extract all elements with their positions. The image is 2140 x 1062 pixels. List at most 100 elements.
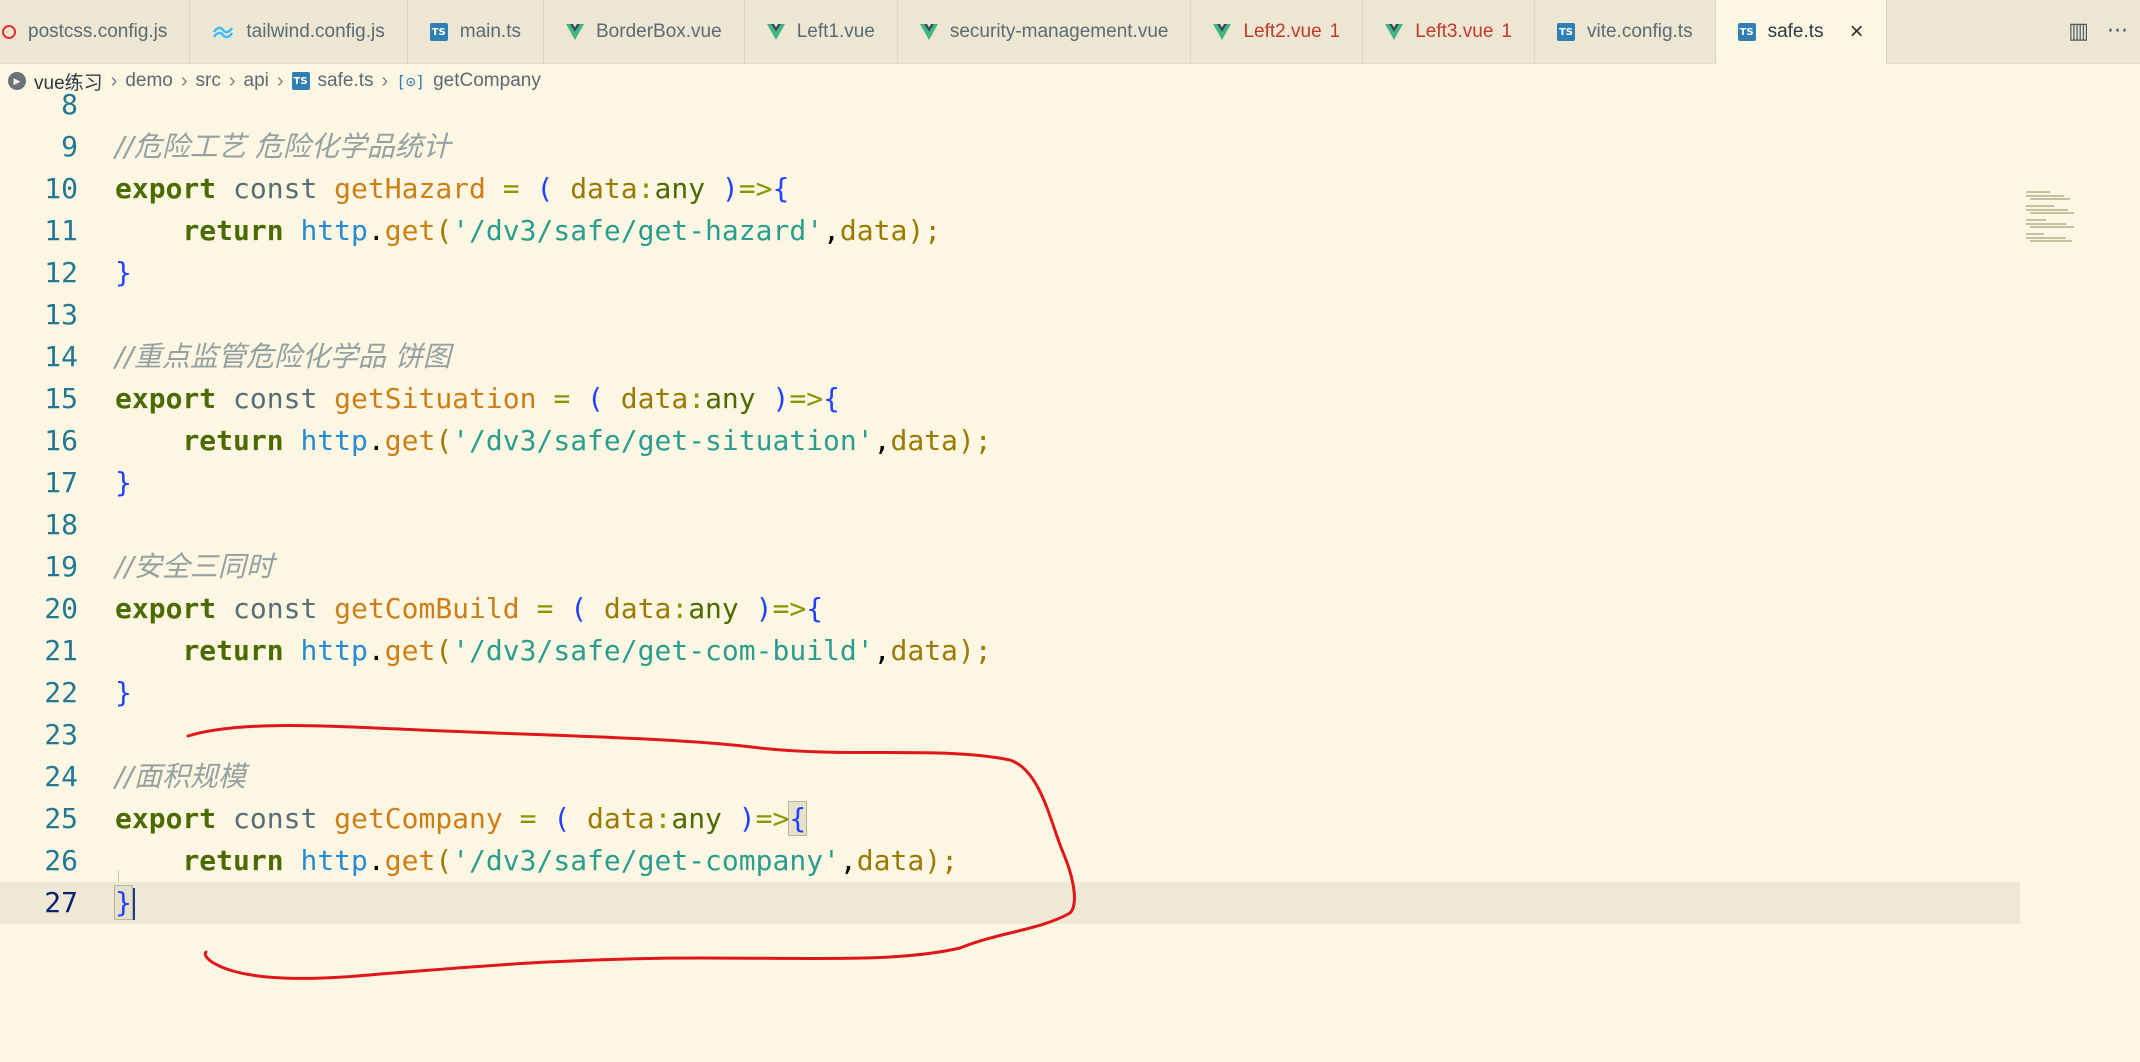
vue-icon xyxy=(566,23,584,41)
code-line[interactable]: 8 xyxy=(0,84,2020,126)
vue-icon xyxy=(1385,23,1404,41)
code-line[interactable]: 22} xyxy=(0,672,2020,714)
code-token: ( xyxy=(435,844,453,877)
code-line[interactable]: 17} xyxy=(0,462,2020,504)
code-line[interactable]: 19 //安全三同时 xyxy=(0,546,2020,588)
code-token: . xyxy=(367,634,385,667)
minimap[interactable] xyxy=(2024,188,2080,244)
tab-main-ts[interactable]: TS main.ts xyxy=(408,0,544,64)
tailwind-icon xyxy=(212,23,234,41)
typescript-icon: TS xyxy=(1737,23,1756,41)
code-token: get xyxy=(384,424,436,457)
code-token: : xyxy=(637,172,655,205)
code-line[interactable]: 26 return http.get('/dv3/safe/get-compan… xyxy=(0,840,2020,882)
tab-postcss-config-js[interactable]: postcss.config.js xyxy=(0,0,191,64)
code-text: } xyxy=(115,462,132,504)
code-token: return xyxy=(182,844,284,877)
code-token: getComBuild xyxy=(334,592,520,625)
code-line[interactable]: 16 return http.get('/dv3/safe/get-situat… xyxy=(0,420,2020,462)
line-number: 11 xyxy=(44,214,78,247)
code-token: data xyxy=(620,382,689,415)
code-token: = xyxy=(536,592,554,625)
code-line[interactable]: 14 //重点监管危险化学品 饼图 xyxy=(0,336,2020,378)
line-number: 8 xyxy=(61,88,78,121)
code-line[interactable]: 23 xyxy=(0,714,2020,756)
code-token: http xyxy=(300,214,368,247)
code-token: any xyxy=(654,172,706,205)
code-line[interactable]: 21 return http.get('/dv3/safe/get-com-bu… xyxy=(0,630,2020,672)
code-token: getSituation xyxy=(334,382,537,415)
code-text: //安全三同时 xyxy=(115,546,274,588)
code-token: ) xyxy=(738,802,756,835)
code-text: } xyxy=(115,252,132,294)
code-line[interactable]: 12} xyxy=(0,252,2020,294)
code-token: ( xyxy=(587,382,604,415)
code-token: const xyxy=(233,172,318,205)
code-token: get xyxy=(384,844,436,877)
code-token: return xyxy=(182,634,284,667)
code-token: => xyxy=(738,172,773,205)
postcss-icon xyxy=(2,25,16,39)
tab-left2-vue[interactable]: Left2.vue 1 xyxy=(1191,0,1364,64)
code-token: ( xyxy=(435,424,453,457)
code-token: return xyxy=(182,424,284,457)
code-token: . xyxy=(367,844,385,877)
tab-label: security-management.vue xyxy=(949,21,1169,42)
code-line[interactable]: 25 export const getCompany = ( data:any )… xyxy=(0,798,2020,840)
split-editor-icon[interactable]: ▥ xyxy=(2068,19,2089,44)
code-token: data xyxy=(570,172,638,205)
code-token: ) xyxy=(755,592,773,625)
close-tab-icon[interactable]: × xyxy=(1850,18,1864,46)
line-number: 17 xyxy=(44,466,78,499)
code-text: //危险工艺 危险化学品统计 xyxy=(115,126,451,168)
code-line[interactable]: 15 export const getSituation = ( data:any… xyxy=(0,378,2020,420)
code-line[interactable]: 11 return http.get('/dv3/safe/get-hazard… xyxy=(0,210,2020,252)
vue-icon xyxy=(766,23,785,41)
tab-safe-ts[interactable]: TS safe.ts × xyxy=(1715,0,1887,64)
code-line[interactable]: 20 export const getComBuild = ( data:any … xyxy=(0,588,2020,630)
code-text: } xyxy=(115,672,132,714)
code-text: return http.get('/dv3/safe/get-company',… xyxy=(115,840,958,882)
line-number: 14 xyxy=(44,340,78,373)
code-token: '/dv3/safe/get-com-build' xyxy=(452,634,874,667)
code-line[interactable]: 13 xyxy=(0,294,2020,336)
code-comment: //安全三同时 xyxy=(115,550,274,583)
more-actions-icon[interactable]: ··· xyxy=(2107,19,2128,44)
code-token: ); xyxy=(957,634,992,667)
code-line[interactable]: 9 //危险工艺 危险化学品统计 xyxy=(0,126,2020,168)
tab-left3-vue[interactable]: Left3.vue 1 xyxy=(1363,0,1535,64)
tab-security-management-vue[interactable]: security-management.vue xyxy=(898,0,1192,64)
vue-icon xyxy=(919,23,938,41)
code-text: return http.get('/dv3/safe/get-situation… xyxy=(115,420,991,462)
code-editor[interactable]: 8 9 //危险工艺 危险化学品统计 10 export const getHazard… xyxy=(0,88,2140,1062)
code-line[interactable]: 24 //面积规模 xyxy=(0,756,2020,798)
code-comment: //危险工艺 危险化学品统计 xyxy=(115,130,451,163)
code-token: = xyxy=(553,382,571,415)
tab-borderbox-vue[interactable]: BorderBox.vue xyxy=(544,0,745,64)
code-token: } xyxy=(115,466,132,499)
code-token: : xyxy=(654,802,672,835)
editor-tab-bar: postcss.config.js tailwind.config.js TS mai… xyxy=(0,0,2140,64)
code-text: export const getComBuild = ( data:any )=… xyxy=(115,588,823,630)
code-token: } xyxy=(115,256,132,289)
code-line[interactable]: 27} xyxy=(0,882,2020,924)
tab-vite-config-ts[interactable]: TS vite.config.ts xyxy=(1535,0,1716,64)
code-line[interactable]: 18 xyxy=(0,504,2020,546)
code-token: export xyxy=(115,382,217,415)
line-number: 27 xyxy=(44,886,78,919)
tab-tailwind-config-js[interactable]: tailwind.config.js xyxy=(190,0,408,64)
tab-left1-vue[interactable]: Left1.vue xyxy=(745,0,898,64)
code-line[interactable]: 10 export const getHazard = ( data:any )=… xyxy=(0,168,2020,210)
